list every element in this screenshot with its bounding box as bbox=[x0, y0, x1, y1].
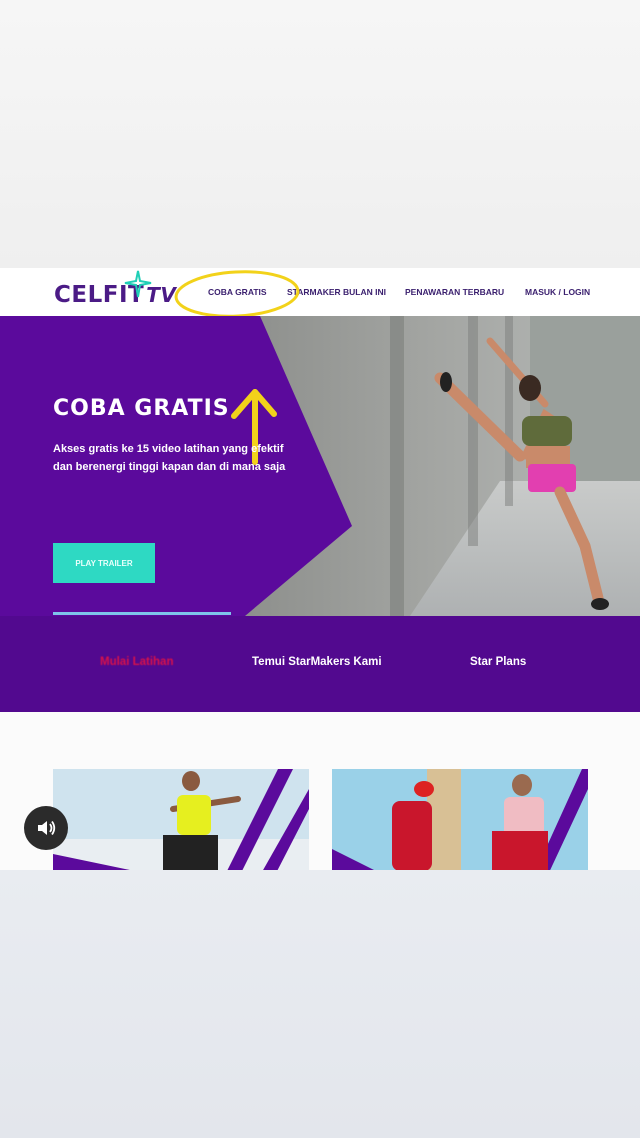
celfit-logo[interactable]: CELFIT TV bbox=[54, 270, 176, 312]
video-thumbnail-2 bbox=[332, 769, 588, 870]
hero-description-line-2: dan berenergi tinggi kapan dan di mana s… bbox=[53, 461, 286, 473]
play-trailer-button[interactable]: PLAY TRAILER bbox=[53, 543, 155, 583]
tab-star-plans[interactable]: Star Plans bbox=[470, 656, 526, 668]
site-header: CELFIT TV COBA GRATIS STARMAKER BULAN IN… bbox=[0, 268, 640, 318]
hero-progress-bar bbox=[53, 612, 231, 615]
hero-description-line-1: Akses gratis ke 15 video latihan yang ef… bbox=[53, 443, 284, 455]
hero-title: COBA GRATIS bbox=[53, 396, 230, 421]
sound-toggle-button[interactable] bbox=[24, 806, 68, 850]
video-card-2[interactable] bbox=[332, 769, 588, 870]
tab-mulai-latihan[interactable]: Mulai Latihan bbox=[100, 656, 173, 668]
hero-banner: COBA GRATIS Akses gratis ke 15 video lat… bbox=[0, 316, 640, 616]
speaker-icon bbox=[38, 820, 56, 836]
video-card-1[interactable] bbox=[53, 769, 309, 870]
video-cards bbox=[0, 712, 640, 870]
section-tabs: Mulai Latihan Temui StarMakers Kami Star… bbox=[0, 616, 640, 712]
video-thumbnail-1 bbox=[53, 769, 309, 870]
tab-starmakers[interactable]: Temui StarMakers Kami bbox=[252, 656, 382, 668]
hero-description: Akses gratis ke 15 video latihan yang ef… bbox=[53, 440, 333, 476]
logo-star-icon bbox=[124, 270, 152, 298]
annotation-circle bbox=[174, 270, 300, 318]
top-blank-area bbox=[0, 0, 640, 268]
bottom-blank-area bbox=[0, 870, 640, 1138]
website-screenshot: CELFIT TV COBA GRATIS STARMAKER BULAN IN… bbox=[0, 268, 640, 870]
nav-penawaran[interactable]: PENAWARAN TERBARU bbox=[405, 287, 504, 297]
nav-login[interactable]: MASUK / LOGIN bbox=[525, 287, 590, 297]
